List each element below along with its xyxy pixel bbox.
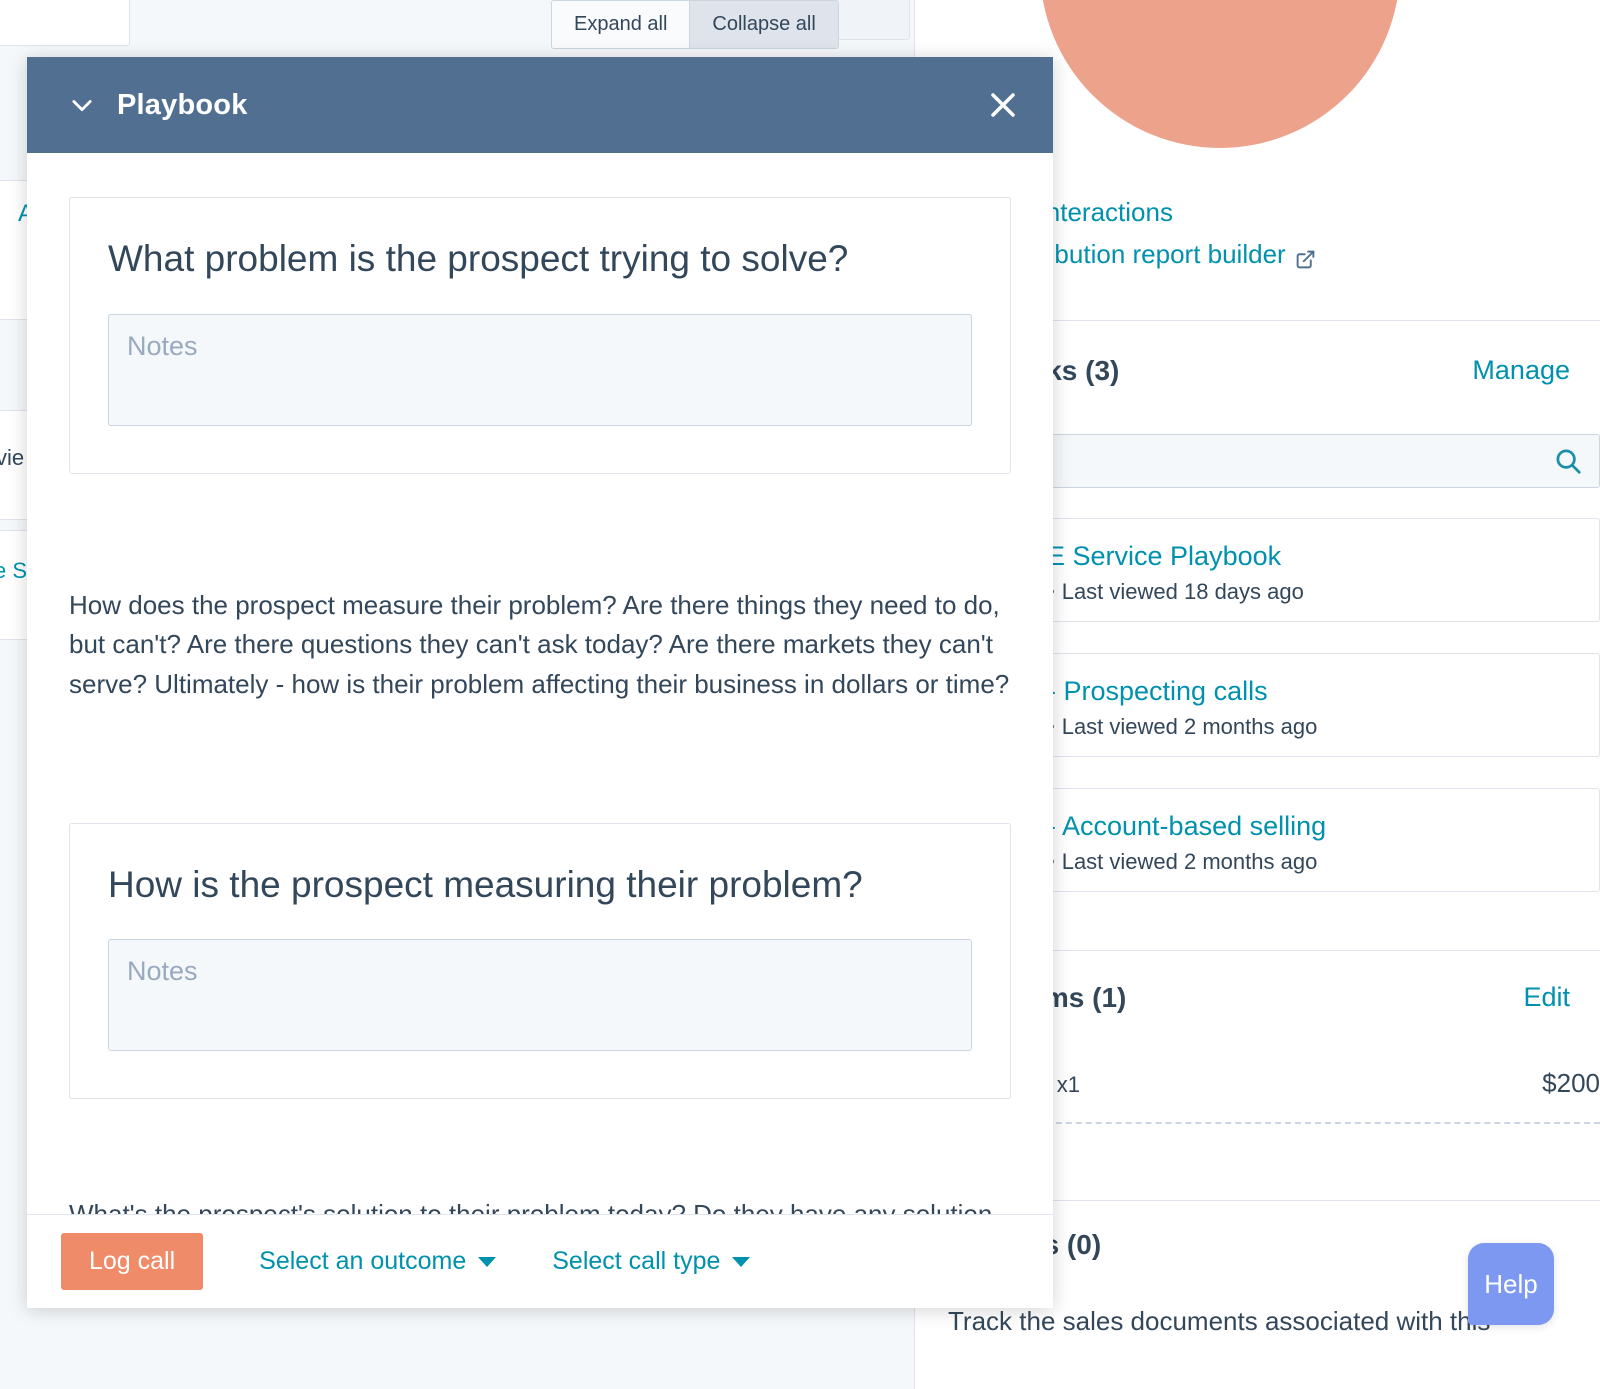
playbook-title[interactable]: - Account-based selling <box>967 811 1599 842</box>
playbook-last-viewed: Last viewed 2 months ago <box>1061 714 1318 739</box>
notes-input[interactable] <box>108 939 972 1052</box>
playbook-question-card: How is the prospect measuring their prob… <box>69 822 1011 1100</box>
playbook-modal-body: What problem is the prospect trying to s… <box>27 153 1053 1308</box>
playbook-search-input[interactable] <box>1067 448 1553 474</box>
screen-root: A vie e S Expand all Collapse all intera… <box>0 0 1600 1389</box>
playbook-card[interactable]: - Prospecting calls •Last viewed 2 month… <box>1046 653 1600 757</box>
playbook-last-viewed: Last viewed 18 days ago <box>1061 579 1304 604</box>
playbook-meta: •Last viewed 2 months ago <box>992 714 1599 740</box>
section-divider-3 <box>1016 1200 1600 1201</box>
chevron-down-icon <box>478 1256 497 1267</box>
manage-playbooks-link[interactable]: Manage <box>1472 355 1570 386</box>
line-item-price: $200 <box>1542 1068 1600 1098</box>
background-text-fragment-viewed: vie <box>0 445 25 470</box>
attribution-report-builder-label: ribution report builder <box>1040 239 1286 269</box>
playbook-card[interactable]: - Account-based selling •Last viewed 2 m… <box>1046 788 1600 892</box>
line-item-row: uctx1 $200 <box>1012 1068 1600 1099</box>
attribution-report-builder-link[interactable]: ribution report builder <box>1040 239 1316 270</box>
collapse-all-button[interactable]: Collapse all <box>689 1 838 48</box>
playbook-meta: •Last viewed 18 days ago <box>992 579 1599 605</box>
select-call-type-dropdown[interactable]: Select call type <box>552 1247 751 1276</box>
playbook-modal: Playbook What problem is the prospect tr… <box>27 57 1053 1308</box>
expand-all-button[interactable]: Expand all <box>552 1 690 48</box>
playbook-title[interactable]: E Service Playbook <box>967 541 1599 572</box>
close-icon[interactable] <box>983 85 1023 125</box>
section-divider-2 <box>1016 950 1600 951</box>
playbook-modal-footer: Log call Select an outcome Select call t… <box>27 1214 1053 1308</box>
background-card-top-left <box>0 0 130 46</box>
select-outcome-label: Select an outcome <box>259 1247 467 1275</box>
expand-collapse-segmented-control[interactable]: Expand all Collapse all <box>551 0 839 49</box>
select-outcome-dropdown[interactable]: Select an outcome <box>259 1247 497 1276</box>
search-icon[interactable] <box>1553 446 1583 476</box>
chevron-down-icon[interactable] <box>67 90 97 120</box>
section-divider-1 <box>1016 320 1600 321</box>
line-item-dashed-separator <box>1016 1122 1600 1124</box>
playbook-question-card: What problem is the prospect trying to s… <box>69 197 1011 474</box>
select-call-type-label: Select call type <box>552 1247 721 1275</box>
line-item-quantity: x1 <box>1056 1072 1080 1097</box>
interactions-link[interactable]: interactions <box>1040 197 1173 228</box>
background-text-fragment-s: e S <box>0 558 28 583</box>
playbook-card[interactable]: E Service Playbook •Last viewed 18 days … <box>1046 518 1600 622</box>
playbook-modal-header: Playbook <box>27 57 1053 153</box>
playbook-title[interactable]: - Prospecting calls <box>967 676 1599 707</box>
playbook-meta: •Last viewed 2 months ago <box>992 849 1599 875</box>
notes-input[interactable] <box>108 313 972 426</box>
edit-line-items-link[interactable]: Edit <box>1523 982 1570 1013</box>
external-link-icon <box>1295 246 1316 269</box>
playbook-modal-title: Playbook <box>117 88 248 121</box>
playbook-paragraph: How does the prospect measure their prob… <box>69 589 1010 700</box>
help-button[interactable]: Help <box>1468 1243 1554 1325</box>
playbook-search-box[interactable] <box>1050 434 1600 488</box>
chevron-down-icon <box>732 1256 751 1267</box>
log-call-button[interactable]: Log call <box>61 1233 204 1290</box>
playbook-question-heading: What problem is the prospect trying to s… <box>108 238 849 279</box>
playbook-last-viewed: Last viewed 2 months ago <box>1061 849 1318 874</box>
playbook-question-heading: How is the prospect measuring their prob… <box>108 863 863 905</box>
